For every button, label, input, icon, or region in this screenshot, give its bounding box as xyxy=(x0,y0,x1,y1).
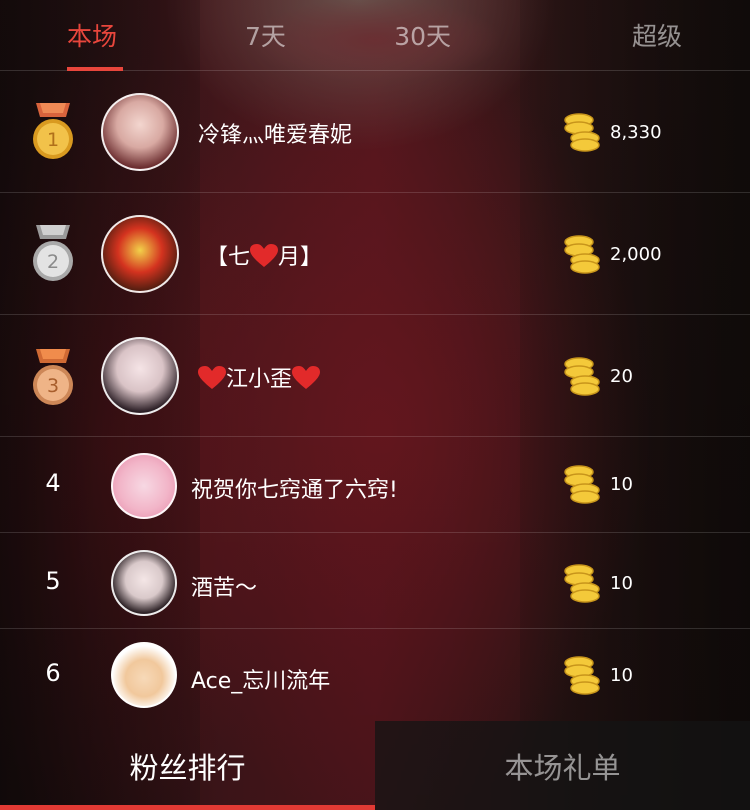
coin-stack-icon xyxy=(564,235,600,274)
tab-this-session[interactable]: 本场 xyxy=(0,0,170,71)
gold-medal-icon: 1 xyxy=(33,103,73,159)
user-name: 江小歪 xyxy=(198,361,321,393)
gift-amount: 10 xyxy=(610,573,633,594)
tab-30-days[interactable]: 30天 xyxy=(348,0,579,70)
heart-icon xyxy=(198,366,226,389)
coin-stack-icon xyxy=(564,113,600,152)
avatar[interactable] xyxy=(101,93,179,171)
list-item[interactable]: 1 冷锋灬唯爱春妮 8,330 xyxy=(0,71,750,193)
user-name: 冷锋灬唯爱春妮 xyxy=(198,123,353,148)
tab-fan-ranking[interactable]: 粉丝排行 xyxy=(0,721,375,810)
svg-text:2: 2 xyxy=(47,251,59,273)
bottom-tab-bar: 粉丝排行 本场礼单 xyxy=(0,721,750,810)
svg-text:3: 3 xyxy=(47,375,59,397)
list-item[interactable]: 6 Ace_忘川流年 10 xyxy=(0,629,750,721)
gift-amount: 8,330 xyxy=(610,122,662,143)
fan-ranking-panel: 本场 7天 30天 超级 1 冷锋灬唯爱春妮 8,330 2 【七 月】 2,0… xyxy=(0,0,750,810)
user-name: 【七 月】 xyxy=(206,244,323,270)
avatar[interactable] xyxy=(101,215,179,293)
silver-medal-icon: 2 xyxy=(33,225,73,281)
gift-amount: 10 xyxy=(610,665,633,686)
gift-amount: 2,000 xyxy=(610,244,662,265)
list-item[interactable]: 5 酒苦～ 10 xyxy=(0,533,750,629)
list-item[interactable]: 3 江小歪 20 xyxy=(0,315,750,437)
rank-number: 5 xyxy=(45,567,61,595)
coin-stack-icon xyxy=(564,357,600,396)
user-name: Ace_忘川流年 xyxy=(191,669,331,694)
avatar[interactable] xyxy=(111,550,177,616)
coin-stack-icon xyxy=(564,564,600,603)
avatar[interactable] xyxy=(111,453,177,519)
rank-number: 6 xyxy=(45,659,61,687)
user-name: 酒苦～ xyxy=(191,576,258,601)
list-item[interactable]: 2 【七 月】 2,000 xyxy=(0,193,750,315)
heart-icon xyxy=(292,366,321,389)
gift-amount: 10 xyxy=(610,474,633,495)
heart-icon xyxy=(250,244,279,267)
tab-super[interactable]: 超级 xyxy=(579,0,750,70)
coin-stack-icon xyxy=(564,656,600,695)
tab-gift-list[interactable]: 本场礼单 xyxy=(375,721,750,810)
user-name: 祝贺你七窍通了六窍! xyxy=(191,478,398,503)
list-item[interactable]: 4 祝贺你七窍通了六窍! 10 xyxy=(0,437,750,533)
coin-stack-icon xyxy=(564,465,600,504)
gift-amount: 20 xyxy=(610,366,633,387)
tab-7-days[interactable]: 7天 xyxy=(170,0,348,70)
rank-number: 4 xyxy=(45,469,61,497)
avatar[interactable] xyxy=(111,642,177,708)
period-tabs: 本场 7天 30天 超级 xyxy=(0,0,750,71)
avatar[interactable] xyxy=(101,337,179,415)
bronze-medal-icon: 3 xyxy=(33,349,73,405)
svg-text:1: 1 xyxy=(47,129,59,151)
